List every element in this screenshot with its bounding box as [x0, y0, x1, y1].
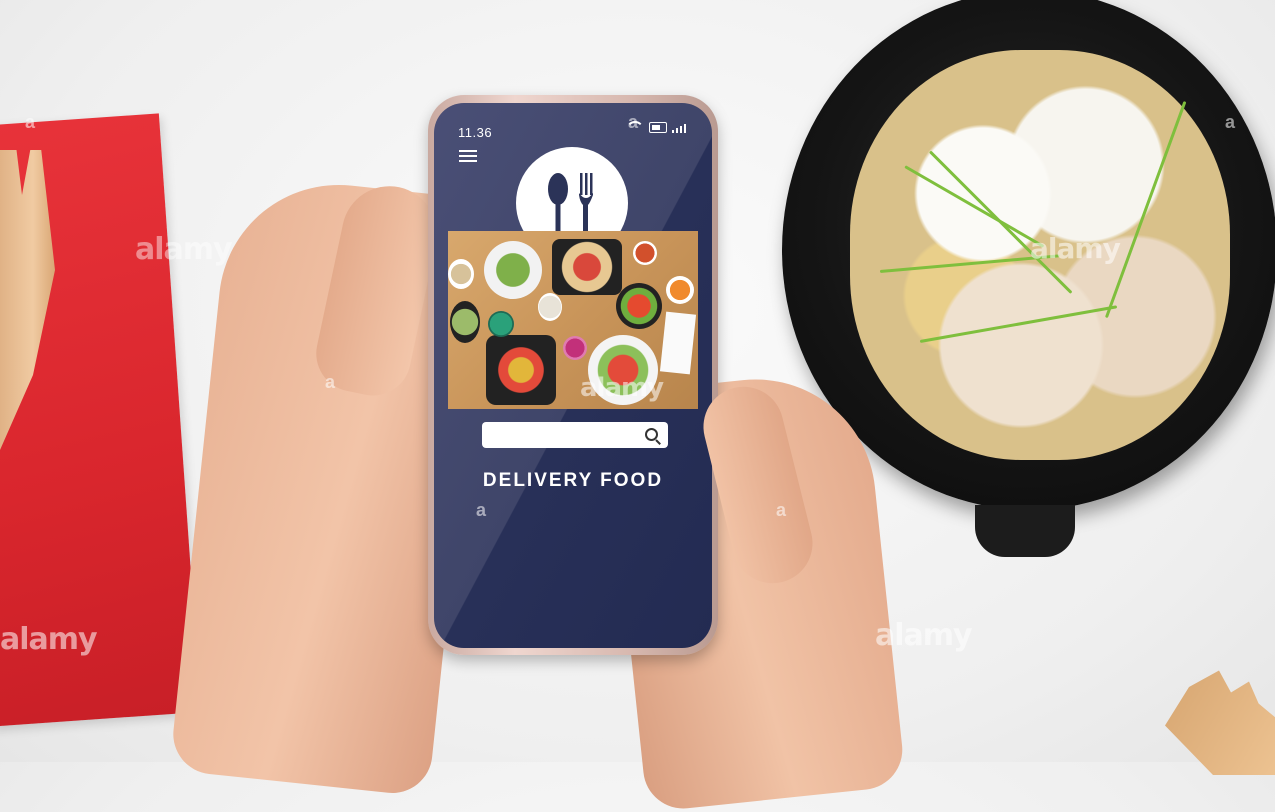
search-bar[interactable]	[482, 422, 668, 448]
dish	[450, 301, 480, 343]
wooden-fork-right	[1165, 670, 1275, 775]
bowl-handle	[975, 505, 1075, 557]
watermark: alamy	[1030, 232, 1121, 265]
watermark: a	[1225, 112, 1236, 132]
menu-icon[interactable]	[459, 150, 477, 165]
dish	[484, 241, 542, 299]
dish	[666, 276, 694, 304]
watermark: a	[628, 112, 639, 132]
dish	[448, 259, 474, 289]
watermark: alamy	[875, 618, 973, 653]
app-title: DELIVERY FOOD	[482, 470, 664, 491]
phone-screen: 11.36 DELIVERY FOOD	[434, 103, 712, 648]
search-icon[interactable]	[645, 428, 658, 441]
watermark: a	[476, 500, 487, 520]
dish	[633, 241, 657, 265]
signal-icon	[671, 124, 686, 133]
watermark: alamy	[0, 622, 98, 657]
watermark: alamy	[135, 232, 233, 267]
dish	[563, 336, 587, 360]
battery-icon	[648, 122, 667, 133]
status-time: 11.36	[458, 125, 493, 140]
watermark: a	[25, 112, 36, 132]
watermark: alamy	[580, 373, 664, 403]
watermark: a	[776, 500, 787, 520]
dish	[552, 239, 622, 295]
dish	[538, 293, 562, 321]
watermark: a	[325, 372, 336, 392]
search-input[interactable]	[488, 425, 642, 447]
dish	[486, 335, 556, 405]
dish	[616, 283, 662, 329]
dish	[488, 311, 514, 337]
receipt	[659, 311, 697, 375]
